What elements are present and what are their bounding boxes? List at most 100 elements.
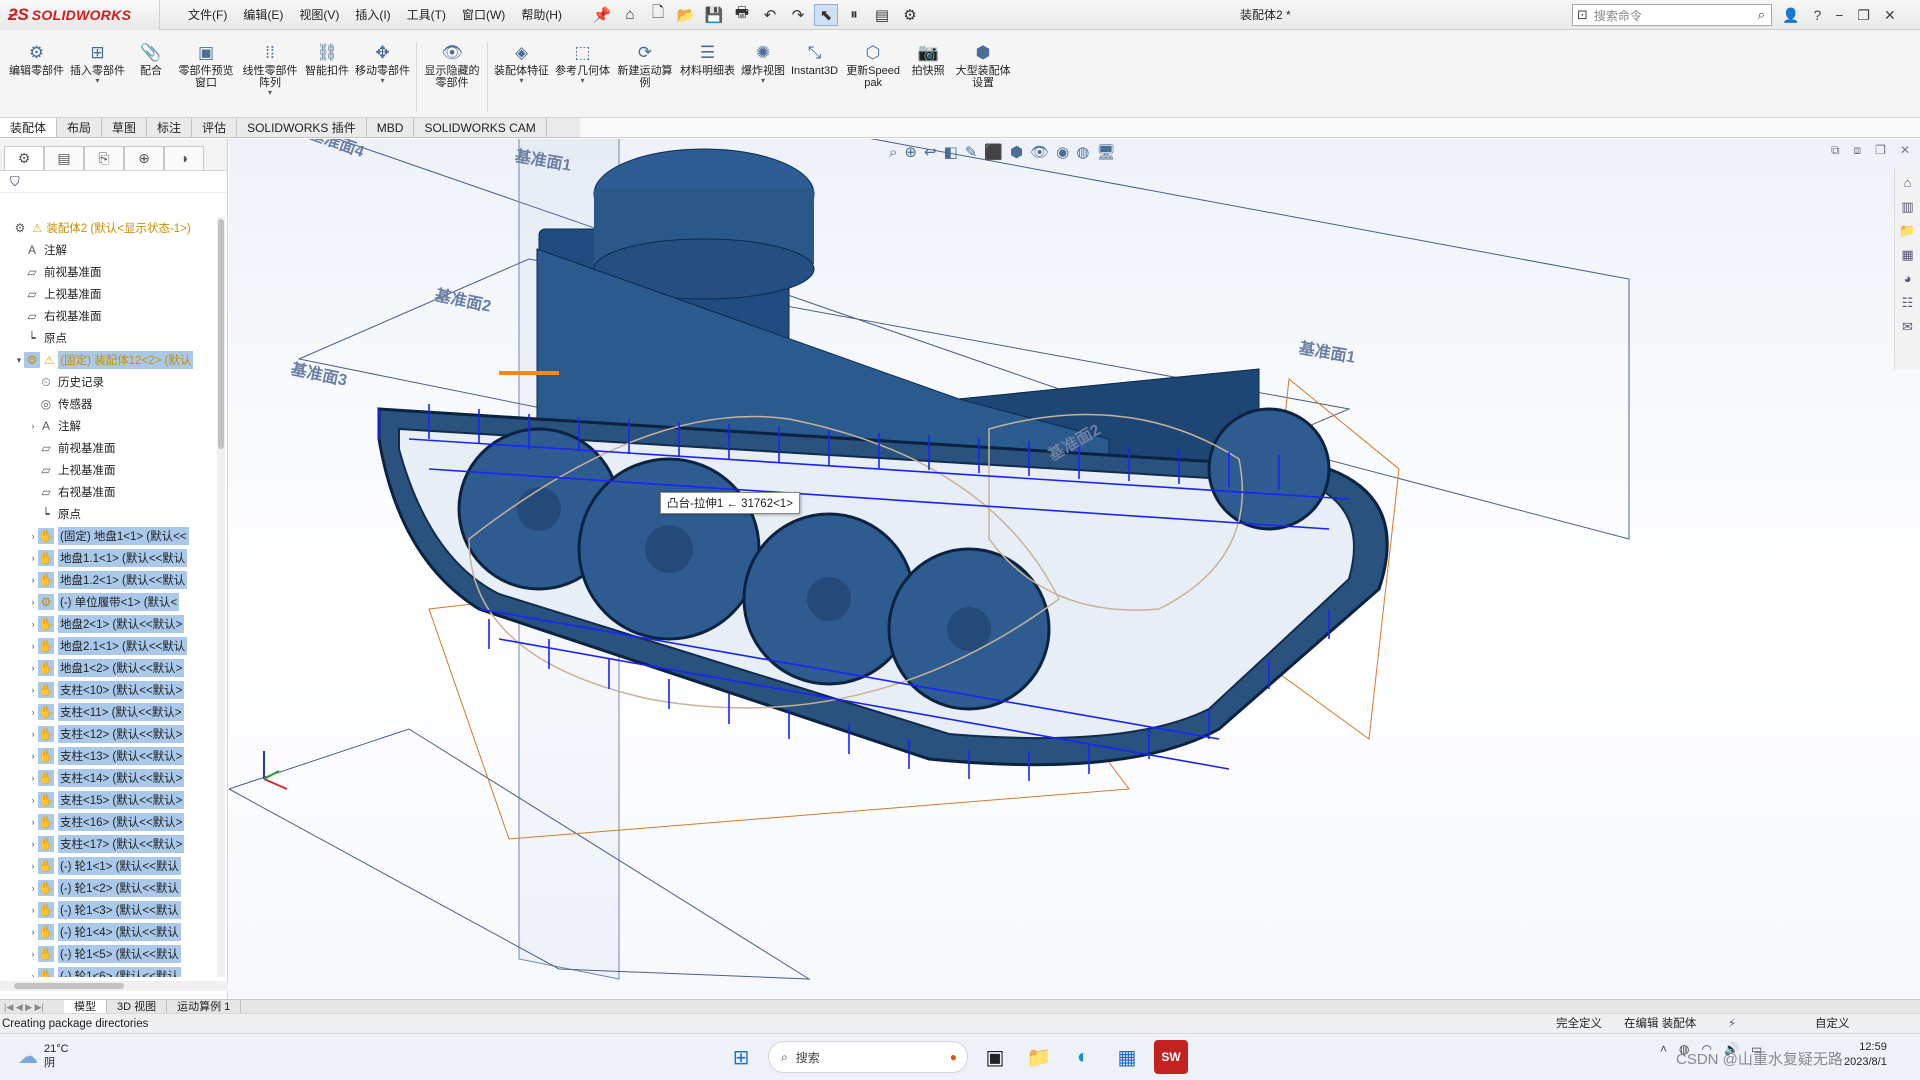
tab-motion-study[interactable]: 运动算例 1 xyxy=(167,999,242,1014)
tree-item[interactable]: › ⚙ (-) 单位履带<1> (默认< xyxy=(0,591,214,613)
configuration-manager-tab-icon[interactable]: ⎘ xyxy=(84,145,124,170)
rebuild-icon[interactable]: ⚡ xyxy=(1728,1014,1736,1034)
tree-item[interactable]: ▱ 上视基准面 xyxy=(0,283,214,305)
file-properties-icon[interactable]: ▤ xyxy=(870,4,894,26)
viewport-close-icon[interactable]: ✕ xyxy=(1900,143,1910,158)
tab-addins[interactable]: SOLIDWORKS 插件 xyxy=(237,118,367,137)
tree-item[interactable]: › ✋ 地盘1.2<1> (默认<<默认 xyxy=(0,569,214,591)
tree-item[interactable]: ┕ 原点 xyxy=(0,503,214,525)
expand-arrow-icon[interactable]: › xyxy=(28,839,38,849)
expand-arrow-icon[interactable]: › xyxy=(28,531,38,541)
tree-item[interactable]: ▱ 前视基准面 xyxy=(0,437,214,459)
tree-item[interactable]: › ✋ 支柱<13> (默认<<默认> xyxy=(0,745,214,767)
tab-navigation-arrows-icon[interactable]: |◀ ◀ ▶ ▶| xyxy=(0,1000,64,1014)
tree-item[interactable]: › ✋ 支柱<12> (默认<<默认> xyxy=(0,723,214,745)
clock[interactable]: 12:59 2023/8/1 xyxy=(1844,1040,1887,1070)
taskbar-search[interactable]: ⌕ 搜索 ● xyxy=(768,1041,968,1073)
tab-markup[interactable]: 标注 xyxy=(147,118,193,137)
tree-vertical-scrollbar[interactable] xyxy=(217,217,225,977)
speedpak-button[interactable]: ⬡ 更新Speedpak xyxy=(841,42,905,89)
user-icon[interactable]: 👤 xyxy=(1782,7,1799,24)
dropdown-arrow-icon[interactable]: ▾ xyxy=(580,77,584,85)
large-assembly-button[interactable]: ⬢ 大型装配体设置 xyxy=(951,42,1015,89)
custom-properties-icon[interactable]: ☷ xyxy=(1898,293,1918,313)
command-search-input[interactable]: ⊡ 搜索命令 ⌕ xyxy=(1572,4,1772,26)
dropdown-arrow-icon[interactable]: ▾ xyxy=(95,77,99,85)
tree-filter[interactable]: ⛉ xyxy=(0,171,227,193)
edit-appearance-icon[interactable]: ◉ xyxy=(1056,143,1069,161)
expand-arrow-icon[interactable]: › xyxy=(28,971,38,977)
linear-pattern-button[interactable]: ⁞⁞ 线性零部件阵列 ▾ xyxy=(238,42,302,97)
viewport-collapse-icon[interactable]: ⧈ xyxy=(1854,143,1862,158)
section-view-icon[interactable]: ◧ xyxy=(944,143,958,161)
save-icon[interactable]: 💾 xyxy=(702,4,726,26)
component-preview-button[interactable]: ▣ 零部件预览窗口 xyxy=(174,42,238,89)
expand-arrow-icon[interactable]: › xyxy=(28,663,38,673)
minimize-icon[interactable]: − xyxy=(1835,7,1843,23)
expand-arrow-icon[interactable]: › xyxy=(28,641,38,651)
tree-item[interactable]: ⚙ ⚠ 装配体2 (默认<显示状态-1>) xyxy=(0,217,214,239)
feature-manager-tab-icon[interactable]: ⚙ xyxy=(4,145,44,170)
windows-start-icon[interactable]: ⊞ xyxy=(724,1040,758,1074)
tree-item[interactable]: › ✋ 地盘2.1<1> (默认<<默认 xyxy=(0,635,214,657)
tab-layout[interactable]: 布局 xyxy=(57,118,103,137)
tree-item[interactable]: ▱ 上视基准面 xyxy=(0,459,214,481)
tree-horizontal-scrollbar[interactable] xyxy=(0,981,228,991)
smart-fasteners-button[interactable]: ⛓ 智能扣件 xyxy=(302,42,352,77)
snapshot-button[interactable]: 📷 拍快照 xyxy=(905,42,951,77)
menu-window[interactable]: 窗口(W) xyxy=(454,0,513,30)
microsoft-store-icon[interactable]: ▦ xyxy=(1110,1040,1144,1074)
expand-arrow-icon[interactable]: › xyxy=(28,949,38,959)
expand-arrow-icon[interactable]: › xyxy=(28,927,38,937)
expand-arrow-icon[interactable]: › xyxy=(28,729,38,739)
tree-item[interactable]: ▱ 前视基准面 xyxy=(0,261,214,283)
select-pointer-icon[interactable]: ⬉ xyxy=(813,3,838,26)
road-wheel[interactable] xyxy=(1207,407,1331,531)
new-document-icon[interactable]: 🗋 xyxy=(646,4,670,26)
filter-icon[interactable]: ⛉ xyxy=(10,174,20,189)
close-icon[interactable]: ✕ xyxy=(1884,7,1896,24)
options-gear-icon[interactable]: ⚙ xyxy=(898,4,922,26)
dynamic-annotation-icon[interactable]: ✎ xyxy=(965,143,978,161)
tree-item[interactable]: ◎ 传感器 xyxy=(0,393,214,415)
expand-arrow-icon[interactable]: › xyxy=(28,817,38,827)
bom-button[interactable]: ☰ 材料明细表 xyxy=(677,42,738,77)
viewport-restore-icon[interactable]: ❐ xyxy=(1875,143,1886,158)
expand-arrow-icon[interactable]: › xyxy=(28,861,38,871)
move-component-button[interactable]: ✥ 移动零部件 ▾ xyxy=(352,42,413,85)
expand-arrow-icon[interactable]: › xyxy=(28,575,38,585)
expand-arrow-icon[interactable]: › xyxy=(28,773,38,783)
solidworks-resources-icon[interactable]: ⌂ xyxy=(1898,173,1918,193)
property-manager-tab-icon[interactable]: ▤ xyxy=(44,145,84,170)
expand-arrow-icon[interactable]: › xyxy=(28,905,38,915)
expand-arrow-icon[interactable]: › xyxy=(28,619,38,629)
design-library-icon[interactable]: ▥ xyxy=(1898,197,1918,217)
tree-item[interactable]: › ✋ (-) 轮1<6> (默认<<默认 xyxy=(0,965,214,977)
new-motion-study-button[interactable]: ⟳ 新建运动算例 xyxy=(613,42,677,89)
tray-overflow-icon[interactable]: ˄ xyxy=(1660,1042,1667,1056)
expand-arrow-icon[interactable]: › xyxy=(28,553,38,563)
assembly-features-button[interactable]: ◈ 装配体特征 ▾ xyxy=(491,42,552,85)
tree-item[interactable]: › ✋ 地盘1.1<1> (默认<<默认 xyxy=(0,547,214,569)
menu-tools[interactable]: 工具(T) xyxy=(399,0,454,30)
redo-icon[interactable]: ↷ xyxy=(786,4,810,26)
dropdown-arrow-icon[interactable]: ▾ xyxy=(761,77,765,85)
tab-sketch[interactable]: 草图 xyxy=(102,118,148,137)
view-settings-icon[interactable]: 🖥 xyxy=(1096,143,1115,161)
tab-mbd[interactable]: MBD xyxy=(367,118,415,137)
tab-model[interactable]: 模型 xyxy=(64,999,107,1014)
tree-item[interactable]: › ✋ (-) 轮1<1> (默认<<默认 xyxy=(0,855,214,877)
tree-item[interactable]: › ✋ 支柱<15> (默认<<默认> xyxy=(0,789,214,811)
tree-item[interactable]: › ✋ (固定) 地盘1<1> (默认<< xyxy=(0,525,214,547)
instant3d-button[interactable]: ⤡ Instant3D xyxy=(788,42,841,77)
graphics-area[interactable]: 基准面1 基准面2 基准面1 基准面2 基准面3 基准面4 凸台-拉伸1 ← 3… xyxy=(229,139,1920,999)
menu-file[interactable]: 文件(F) xyxy=(180,0,235,30)
expand-arrow-icon[interactable]: › xyxy=(28,751,38,761)
pin-icon[interactable]: 📌 xyxy=(590,4,614,26)
tab-cam[interactable]: SOLIDWORKS CAM xyxy=(414,118,547,137)
home-icon[interactable]: ⌂ xyxy=(618,4,642,26)
expand-arrow-icon[interactable]: › xyxy=(28,421,38,431)
expand-arrow-icon[interactable]: › xyxy=(28,707,38,717)
reference-geometry-button[interactable]: ⬚ 参考几何体 ▾ xyxy=(552,42,613,85)
forum-icon[interactable]: ✉ xyxy=(1898,317,1918,337)
